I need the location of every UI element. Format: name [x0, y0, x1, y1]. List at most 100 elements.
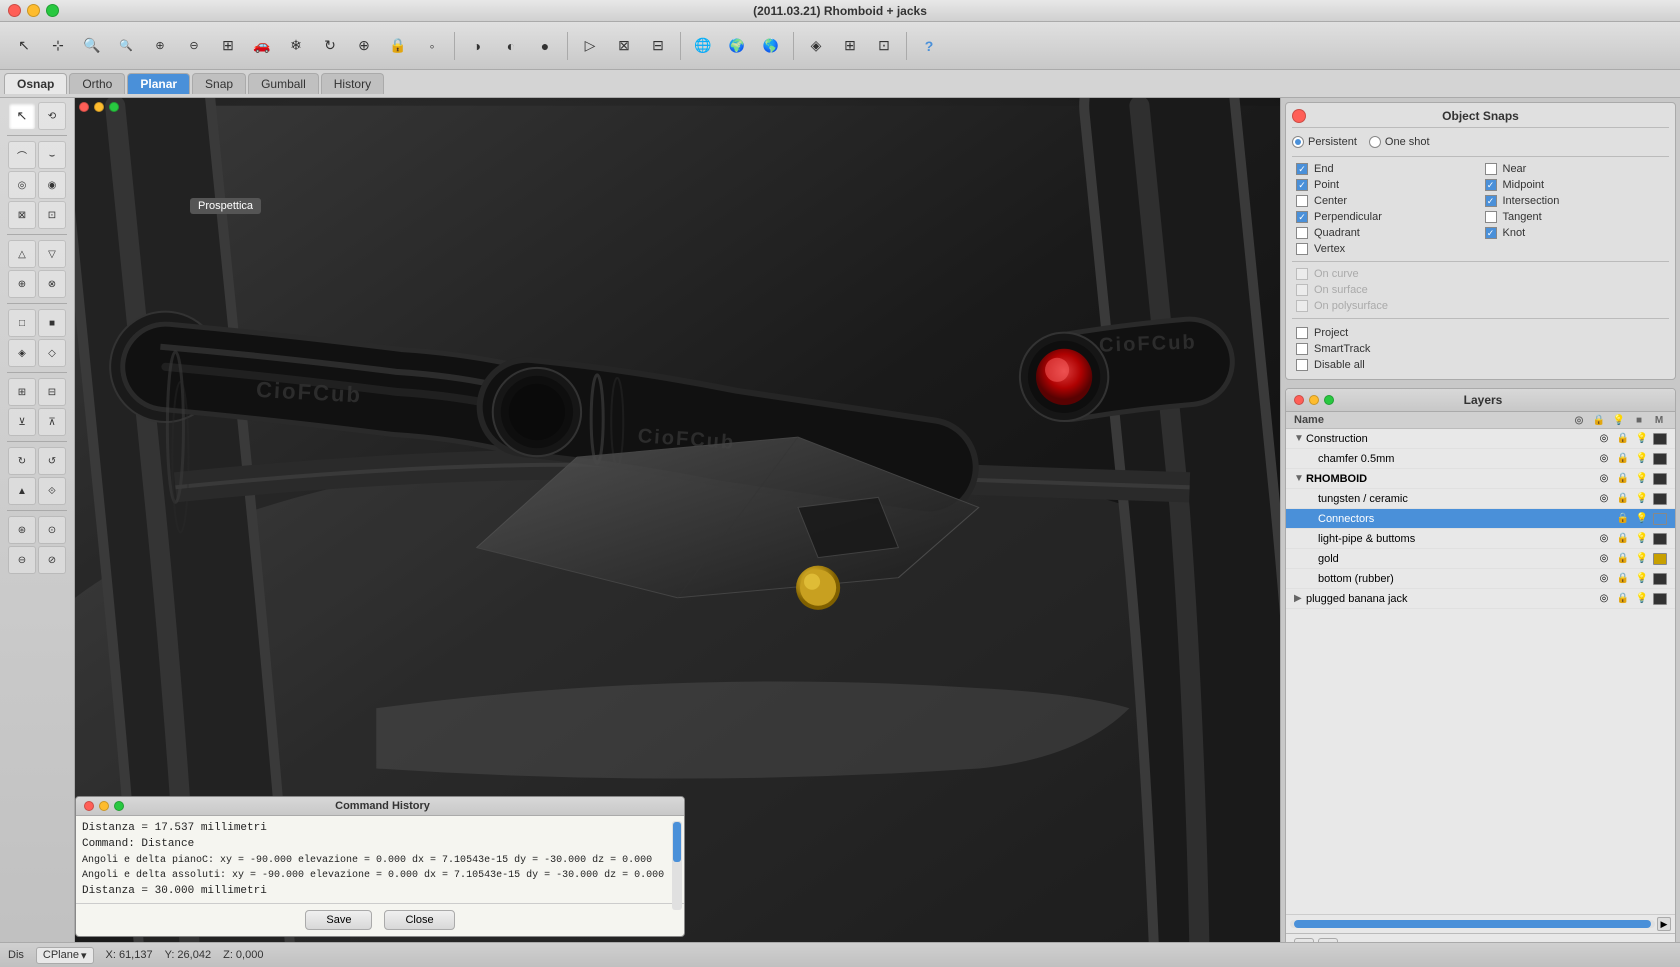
close-btn[interactable]: Close	[384, 910, 454, 930]
connectors-visible[interactable]: ●	[1596, 512, 1612, 526]
snap-near[interactable]: Near	[1481, 161, 1670, 177]
oneshot-radio[interactable]	[1369, 136, 1381, 148]
ccw-tool[interactable]: ↺	[38, 447, 66, 475]
rubber-lock[interactable]: 🔒	[1615, 572, 1631, 586]
tab-ortho[interactable]: Ortho	[69, 73, 125, 94]
layers-scrollbar-thumb[interactable]	[1294, 920, 1651, 928]
vp-min[interactable]	[94, 102, 104, 112]
save-btn[interactable]: Save	[305, 910, 372, 930]
gold-lock[interactable]: 🔒	[1615, 552, 1631, 566]
connectors-color[interactable]	[1653, 513, 1667, 525]
snap-near-check[interactable]	[1485, 163, 1497, 175]
construction-lock[interactable]: 🔒	[1615, 432, 1631, 446]
layer-row-gold[interactable]: gold ◎ 🔒 💡	[1286, 549, 1675, 569]
layers-close-btn[interactable]	[1294, 395, 1304, 405]
select-arrow-btn[interactable]: ↖	[8, 102, 36, 130]
circle-tool[interactable]: ◎	[8, 171, 36, 199]
gizmo2-btn[interactable]: ⊞	[834, 30, 866, 62]
minus2-tool[interactable]: ⊖	[8, 546, 36, 574]
persistent-radio[interactable]	[1292, 136, 1304, 148]
rhomboid-color[interactable]	[1653, 473, 1667, 485]
cmd-close-btn[interactable]	[84, 801, 94, 811]
chamfer-lock[interactable]: 🔒	[1615, 452, 1631, 466]
points-btn[interactable]: ◦	[416, 30, 448, 62]
globe2-btn[interactable]: 🌍	[721, 30, 753, 62]
layers-min-btn[interactable]	[1309, 395, 1319, 405]
curve-tool[interactable]: ⌒	[8, 141, 36, 169]
sun-tool[interactable]: ⊙	[38, 516, 66, 544]
grid3-tool[interactable]: ⊞	[8, 378, 36, 406]
car-btn[interactable]: 🚗	[246, 30, 278, 62]
cmd-scrollbar[interactable]	[672, 821, 682, 911]
tab-osnap[interactable]: Osnap	[4, 73, 67, 94]
viewport-grid-btn[interactable]: ⊞	[212, 30, 244, 62]
plus-tool[interactable]: ⊕	[8, 270, 36, 298]
rubber-visible[interactable]: ◎	[1596, 572, 1612, 586]
connectors-render[interactable]: 💡	[1634, 512, 1650, 526]
snap-end-check[interactable]	[1296, 163, 1308, 175]
diamond-tool[interactable]: ◈	[8, 339, 36, 367]
tri-down-tool[interactable]: ▽	[38, 240, 66, 268]
rhomboid-expand[interactable]: ▼	[1294, 473, 1306, 484]
box-tool[interactable]: □	[8, 309, 36, 337]
tungsten-render[interactable]: 💡	[1634, 492, 1650, 506]
layers-scrollbar-track[interactable]	[1290, 920, 1655, 928]
arrow-tool[interactable]: ⟐	[38, 477, 66, 505]
nand-tool[interactable]: ⊼	[38, 408, 66, 436]
select-tool-btn[interactable]: ↖	[8, 30, 40, 62]
triangle-tool[interactable]: △	[8, 240, 36, 268]
snap2-btn[interactable]: ⊡	[868, 30, 900, 62]
gizmo-btn[interactable]: ⊠	[608, 30, 640, 62]
chamfer-render[interactable]: 💡	[1634, 452, 1650, 466]
render-btn[interactable]: ●	[529, 30, 561, 62]
ellipse-tool[interactable]: ◉	[38, 171, 66, 199]
grid2-btn[interactable]: ⊟	[642, 30, 674, 62]
banana-color[interactable]	[1653, 593, 1667, 605]
layer-row-rhomboid[interactable]: ▼ RHOMBOID ◎ 🔒 💡	[1286, 469, 1675, 489]
color-circle-btn[interactable]: ◑	[461, 30, 493, 62]
rhomboid-render[interactable]: 💡	[1634, 472, 1650, 486]
layer-row-chamfer[interactable]: chamfer 0.5mm ◎ 🔒 💡	[1286, 449, 1675, 469]
cplane-dropdown[interactable]: CPlane ▾	[36, 947, 94, 964]
lightpipe-lock[interactable]: 🔒	[1615, 532, 1631, 546]
banana-lock[interactable]: 🔒	[1615, 592, 1631, 606]
snap-perp-check[interactable]	[1296, 211, 1308, 223]
connectors-lock[interactable]: 🔒	[1615, 512, 1631, 526]
banana-expand[interactable]: ▶	[1294, 593, 1306, 604]
zoom2-btn[interactable]: 🔍	[110, 30, 142, 62]
snap-btn[interactable]: ◈	[800, 30, 832, 62]
zoom4-btn[interactable]: ⊖	[178, 30, 210, 62]
banana-render[interactable]: 💡	[1634, 592, 1650, 606]
snap-vertex[interactable]: Vertex	[1292, 241, 1481, 257]
banana-visible[interactable]: ◎	[1596, 592, 1612, 606]
star-tool[interactable]: ⊛	[8, 516, 36, 544]
lightpipe-render[interactable]: 💡	[1634, 532, 1650, 546]
tab-gumball[interactable]: Gumball	[248, 73, 319, 94]
rhomboid-lock[interactable]: 🔒	[1615, 472, 1631, 486]
snap-point[interactable]: Point	[1292, 177, 1481, 193]
snap-intersection[interactable]: Intersection	[1481, 193, 1670, 209]
snap-vertex-check[interactable]	[1296, 243, 1308, 255]
snap-disable-all[interactable]: Disable all	[1292, 357, 1669, 373]
layer-row-bottom-rubber[interactable]: bottom (rubber) ◎ 🔒 💡	[1286, 569, 1675, 589]
grid4-tool[interactable]: ⊟	[38, 378, 66, 406]
tab-history[interactable]: History	[321, 73, 384, 94]
construction-expand[interactable]: ▼	[1294, 433, 1306, 444]
rubber-color[interactable]	[1653, 573, 1667, 585]
rect-tool[interactable]: ⊠	[8, 201, 36, 229]
layer-row-connectors[interactable]: Connectors ● 🔒 💡	[1286, 509, 1675, 529]
tungsten-lock[interactable]: 🔒	[1615, 492, 1631, 506]
snap-perpendicular[interactable]: Perpendicular	[1292, 209, 1481, 225]
lightpipe-visible[interactable]: ◎	[1596, 532, 1612, 546]
triangle-btn[interactable]: ▷	[574, 30, 606, 62]
snap-tangent-check[interactable]	[1485, 211, 1497, 223]
help-btn[interactable]: ?	[913, 30, 945, 62]
snap-smarttrack-check[interactable]	[1296, 343, 1308, 355]
layers-max-btn[interactable]	[1324, 395, 1334, 405]
snap-end[interactable]: End	[1292, 161, 1481, 177]
earth-btn[interactable]: 🌎	[755, 30, 787, 62]
poly-tool[interactable]: ⊡	[38, 201, 66, 229]
construction-visible[interactable]: ◎	[1596, 432, 1612, 446]
vp-close[interactable]	[79, 102, 89, 112]
snap-project[interactable]: Project	[1292, 325, 1669, 341]
